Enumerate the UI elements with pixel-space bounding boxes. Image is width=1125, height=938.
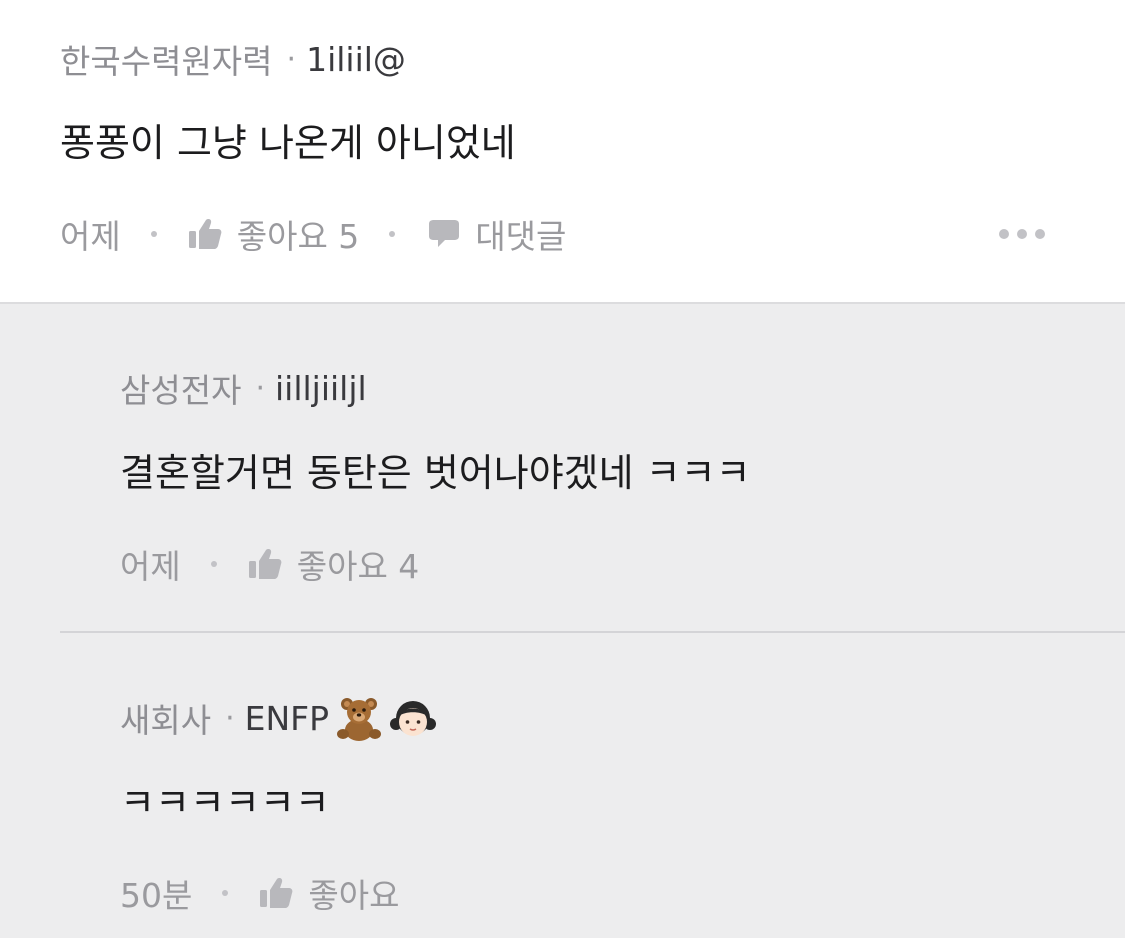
reply-list: 삼성전자 · iilljiiljl 결혼할거면 동탄은 벗어나야겠네 ㅋㅋㅋ 어… (0, 304, 1125, 938)
comment-time: 어제 (60, 217, 121, 256)
meta-separator-dot (222, 890, 229, 896)
author-nickname: ENFP (244, 698, 330, 738)
author-company: 삼성전자 (120, 371, 242, 410)
like-button[interactable]: 좋아요 5 (187, 210, 360, 258)
reply-author[interactable]: 삼성전자 · iilljiiljl (120, 363, 367, 413)
thumbs-up-icon (187, 216, 223, 252)
author-company: 한국수력원자력 (60, 42, 273, 81)
more-dot (1017, 229, 1027, 239)
like-label: 좋아요 5 (236, 217, 360, 256)
like-button[interactable]: 좋아요 4 (247, 540, 420, 588)
thumbs-up-icon (258, 875, 294, 911)
reply-meta: 50분 좋아요 (120, 868, 399, 918)
author-nickname: iilljiiljl (275, 368, 367, 408)
comment-meta: 어제 좋아요 5 대댓글 (60, 209, 566, 259)
comment-thread: 한국수력원자력 · 1iliil@ 퐁퐁이 그냥 나온게 아니었네 어제 좋아요… (0, 0, 1125, 938)
comment-body: 퐁퐁이 그냥 나온게 아니었네 (60, 121, 516, 165)
reply-body: 결혼할거면 동탄은 벗어나야겠네 ㅋㅋㅋ (120, 451, 751, 495)
reply-time: 어제 (120, 547, 181, 586)
teddy-bear-icon (335, 694, 383, 742)
author-company: 새회사 (120, 701, 212, 740)
girl-icon (389, 694, 437, 742)
reply-author[interactable]: 새회사 · ENFP (120, 693, 437, 743)
comment-author[interactable]: 한국수력원자력 · 1iliil@ (60, 34, 406, 84)
meta-separator-dot (389, 231, 396, 237)
reply-time: 50분 (120, 876, 193, 915)
more-options-icon[interactable] (999, 222, 1045, 246)
comment: 한국수력원자력 · 1iliil@ 퐁퐁이 그냥 나온게 아니었네 어제 좋아요… (0, 0, 1125, 304)
author-separator: · (255, 370, 265, 406)
thumbs-up-icon (247, 546, 283, 582)
author-separator: · (225, 700, 235, 736)
reply-meta: 어제 좋아요 4 (120, 539, 419, 589)
reply-body: ㅋㅋㅋㅋㅋㅋ (120, 781, 330, 825)
like-label: 좋아요 (308, 876, 400, 915)
meta-separator-dot (150, 231, 157, 237)
speech-bubble-icon (425, 216, 461, 252)
author-nickname: 1iliil@ (306, 39, 406, 79)
more-dot (999, 229, 1009, 239)
more-dot (1035, 229, 1045, 239)
meta-separator-dot (210, 561, 217, 567)
reply-divider (60, 631, 1125, 633)
author-separator: · (286, 41, 297, 77)
like-label: 좋아요 4 (296, 547, 420, 586)
like-button[interactable]: 좋아요 (258, 869, 399, 917)
reply-label: 대댓글 (475, 217, 567, 256)
reply-button[interactable]: 대댓글 (425, 210, 566, 258)
